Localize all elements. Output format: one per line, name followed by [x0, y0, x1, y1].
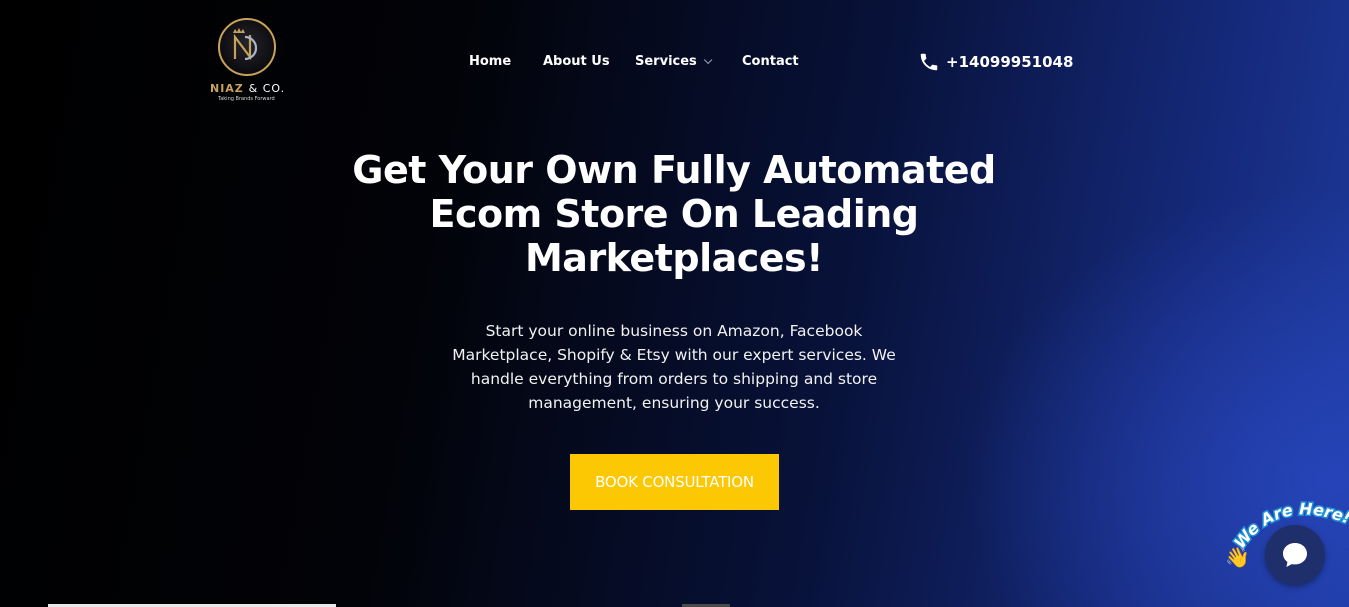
phone-link[interactable]: +14099951048 — [918, 51, 1073, 73]
hero-title: Get Your Own Fully Automated Ecom Store … — [352, 148, 996, 280]
nav-about-us[interactable]: About Us — [543, 52, 610, 72]
hero-subtitle: Start your online business on Amazon, Fa… — [452, 322, 896, 412]
logo-wordmark: NIAZ & CO. — [210, 82, 300, 95]
nav-home[interactable]: Home — [469, 52, 511, 72]
chat-open-button[interactable] — [1265, 525, 1325, 585]
phone-icon — [918, 51, 940, 73]
logo-name: NIAZ — [210, 82, 244, 95]
phone-number: +14099951048 — [946, 53, 1074, 71]
logo-tagline: Taking Brands Forward — [218, 96, 275, 102]
book-consultation-button[interactable]: BOOK CONSULTATION — [570, 454, 779, 510]
logo-suffix: & CO. — [248, 82, 286, 95]
nav-contact[interactable]: Contact — [742, 52, 799, 72]
waving-hand-icon: 👋 — [1225, 545, 1250, 569]
chat-bubble-icon — [1283, 543, 1307, 567]
nav-services[interactable]: Services — [635, 52, 713, 72]
main-nav: Home About Us Services Contact — [0, 52, 1349, 72]
chevron-down-icon — [703, 55, 713, 65]
nav-services-label: Services — [635, 54, 697, 69]
